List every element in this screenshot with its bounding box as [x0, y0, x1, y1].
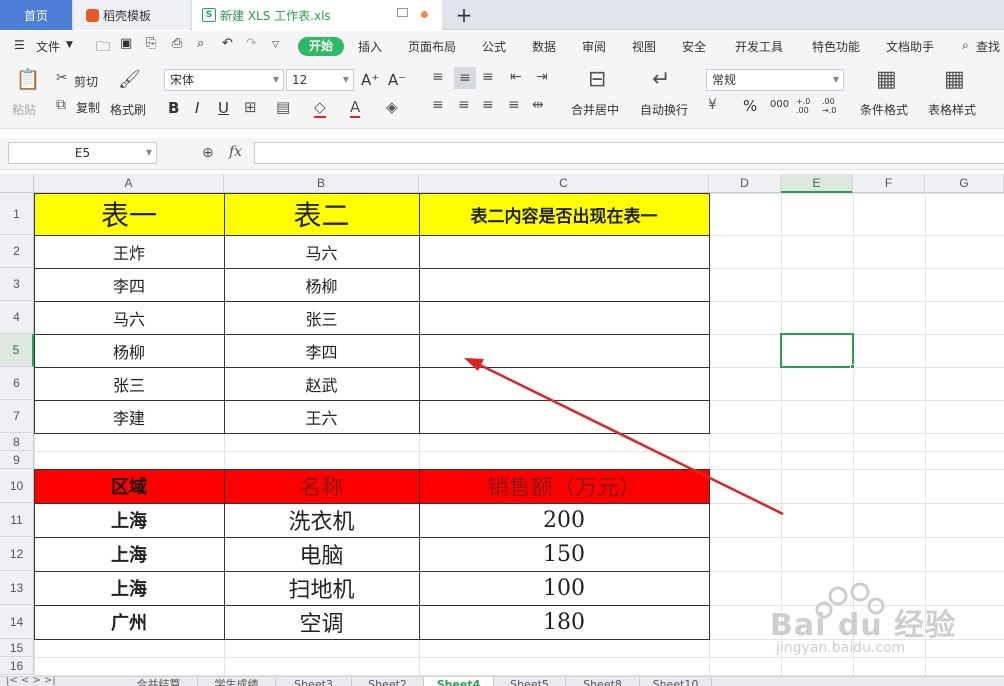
watermark-brand: Bai du 经验: [770, 608, 957, 643]
watermark-url: jingyan.baidu.com: [776, 640, 906, 656]
sheet-tab[interactable]: Sheet5: [494, 677, 566, 686]
sheet-tab[interactable]: Sheet4: [424, 677, 494, 686]
arrow-shaft: [477, 362, 784, 516]
sheet-tab[interactable]: 学生成绩: [198, 677, 276, 686]
sheet-nav-arrows[interactable]: |< < > >|: [6, 677, 56, 686]
watermark: Bai du 经验 jingyan.baidu.com: [770, 578, 1002, 668]
sheet-tab[interactable]: Sheet8: [566, 677, 640, 686]
sheet-tab[interactable]: Sheet2: [352, 677, 424, 686]
sheet-tab[interactable]: Sheet10: [640, 677, 712, 686]
sheet-tab[interactable]: Sheet3: [276, 677, 352, 686]
sheet-tab-bar: |< < > >| 合并结算 学生成绩 Sheet3 Sheet2 Sheet4 Sheet…: [0, 676, 1004, 686]
arrow-head: [464, 358, 484, 371]
sheet-tab[interactable]: 合并结算: [120, 677, 198, 686]
